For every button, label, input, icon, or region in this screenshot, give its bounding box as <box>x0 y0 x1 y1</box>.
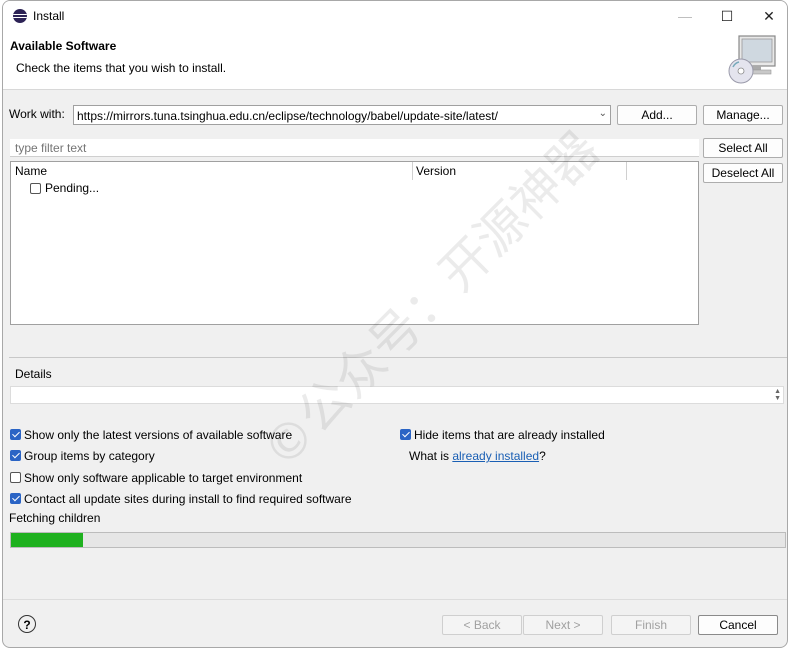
scroll-arrows-icon[interactable]: ▲ ▼ <box>774 388 781 402</box>
details-label: Details <box>15 367 52 381</box>
applicable-only-checkbox[interactable] <box>10 472 21 483</box>
work-with-label: Work with: <box>9 107 65 121</box>
back-button[interactable]: < Back <box>442 615 522 635</box>
details-text-area[interactable]: ▲ ▼ <box>10 386 784 404</box>
cancel-button[interactable]: Cancel <box>698 615 778 635</box>
select-all-button[interactable]: Select All <box>703 138 783 158</box>
page-title: Available Software <box>10 39 117 53</box>
contact-all-sites-checkbox[interactable] <box>10 493 21 504</box>
column-header-name[interactable]: Name <box>15 162 47 180</box>
column-separator[interactable] <box>626 162 627 180</box>
column-header-version[interactable]: Version <box>416 162 456 180</box>
filter-input[interactable] <box>13 140 617 156</box>
minimize-button[interactable]: — <box>671 5 699 27</box>
title-bar: Install — ☐ ✕ <box>3 1 787 31</box>
progress-fill <box>11 533 83 547</box>
deselect-all-button[interactable]: Deselect All <box>703 163 783 183</box>
pending-item-checkbox[interactable] <box>30 183 41 194</box>
what-is-installed-text: What is already installed? <box>409 449 546 463</box>
already-installed-link[interactable]: already installed <box>452 449 539 463</box>
next-button[interactable]: Next > <box>523 615 603 635</box>
tree-item-label[interactable]: Pending... <box>45 181 99 195</box>
what-is-suffix: ? <box>539 449 546 463</box>
what-is-prefix: What is <box>409 449 453 463</box>
manage-sites-button[interactable]: Manage... <box>703 105 783 125</box>
software-tree[interactable]: Name Version Pending... <box>10 161 699 325</box>
help-icon[interactable]: ? <box>18 615 36 633</box>
applicable-only-label[interactable]: Show only software applicable to target … <box>24 471 302 485</box>
page-subtitle: Check the items that you wish to install… <box>16 61 227 75</box>
chevron-down-icon[interactable]: ⌄ <box>599 108 607 119</box>
group-by-category-checkbox[interactable] <box>10 450 21 461</box>
filter-field[interactable] <box>10 139 699 157</box>
status-text: Fetching children <box>9 511 101 525</box>
progress-bar <box>10 532 786 548</box>
button-bar-divider <box>3 599 787 600</box>
wizard-header: Available Software Check the items that … <box>3 31 787 90</box>
column-separator[interactable] <box>412 162 413 180</box>
work-with-combo[interactable]: https://mirrors.tuna.tsinghua.edu.cn/ecl… <box>73 105 611 125</box>
show-latest-checkbox[interactable] <box>10 429 21 440</box>
add-site-button[interactable]: Add... <box>617 105 697 125</box>
finish-button[interactable]: Finish <box>611 615 691 635</box>
hide-installed-checkbox[interactable] <box>400 429 411 440</box>
group-by-category-label[interactable]: Group items by category <box>24 449 155 463</box>
eclipse-logo-icon <box>13 9 27 23</box>
section-divider <box>9 357 787 358</box>
install-banner-icon <box>728 35 776 84</box>
work-with-value: https://mirrors.tuna.tsinghua.edu.cn/ecl… <box>77 109 498 123</box>
install-dialog: Install — ☐ ✕ Available Software Check t… <box>2 0 788 648</box>
window-title: Install <box>33 9 65 23</box>
maximize-button[interactable]: ☐ <box>713 5 741 27</box>
hide-installed-label[interactable]: Hide items that are already installed <box>414 428 605 442</box>
close-button[interactable]: ✕ <box>755 5 783 27</box>
contact-all-sites-label[interactable]: Contact all update sites during install … <box>24 492 352 506</box>
show-latest-label[interactable]: Show only the latest versions of availab… <box>24 428 292 442</box>
